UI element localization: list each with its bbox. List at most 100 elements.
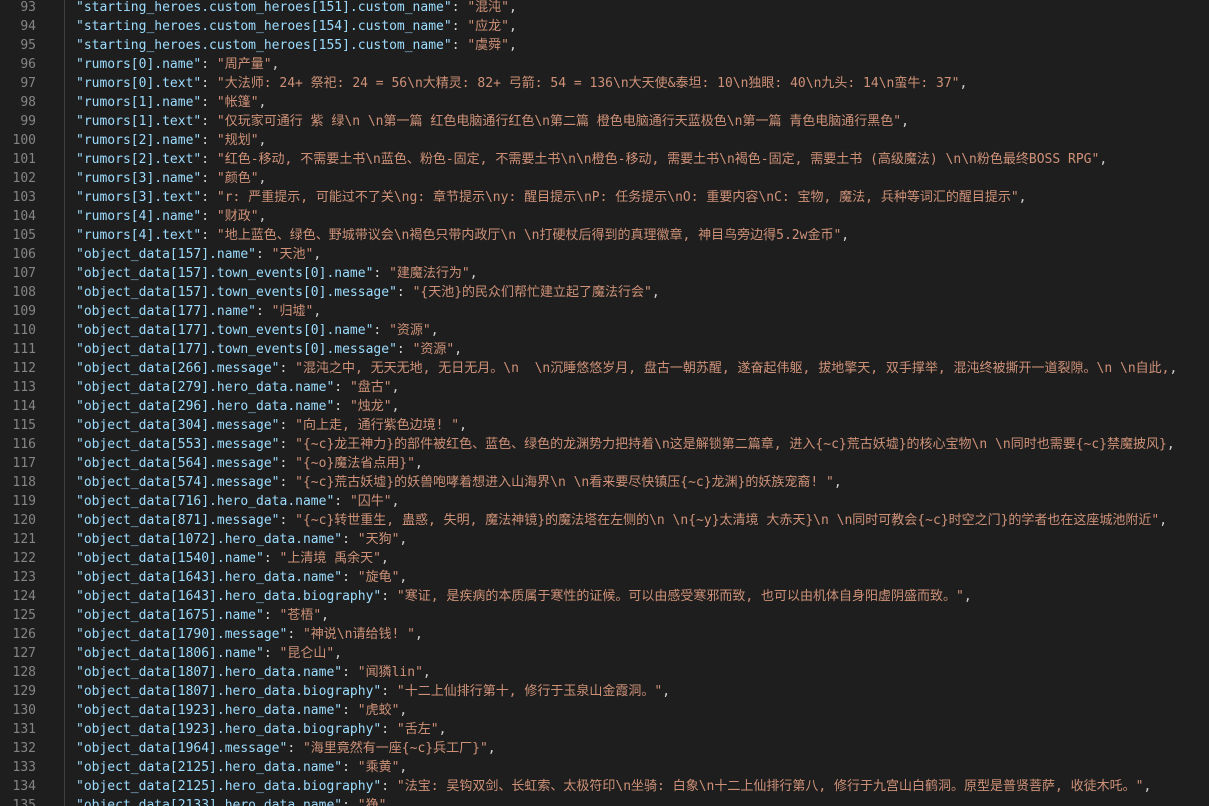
json-string-value: "舌左" xyxy=(396,722,439,737)
code-line[interactable]: 109 "object_data[177].name": "归墟", xyxy=(0,302,1209,321)
code-line[interactable]: 95 "starting_heroes.custom_heroes[155].cu… xyxy=(0,36,1209,55)
json-string-value: "乘黄" xyxy=(357,760,400,775)
json-key: "rumors[3].name" xyxy=(76,171,202,186)
code-line[interactable]: 121 "object_data[1072].hero_data.name": "… xyxy=(0,530,1209,549)
json-comma: , xyxy=(1169,361,1178,376)
code-line[interactable]: 130 "object_data[1923].hero_data.name": "… xyxy=(0,701,1209,720)
json-comma: , xyxy=(469,266,478,281)
code-line[interactable]: 108 "object_data[157].town_events[0].mess… xyxy=(0,283,1209,302)
code-line[interactable]: 126 "object_data[1790].message": "神说\n请给钱… xyxy=(0,625,1209,644)
code-line[interactable]: 133 "object_data[2125].hero_data.name": "… xyxy=(0,758,1209,777)
json-colon: : xyxy=(396,285,413,300)
code-line[interactable]: 132 "object_data[1964].message": "海里竟然有一座… xyxy=(0,739,1209,758)
code-line[interactable]: 105 "rumors[4].text": "地上蓝色、绿色、野城带议会\n褐色只… xyxy=(0,226,1209,245)
code-line[interactable]: 99 "rumors[1].text": "仅玩家可通行 紫 绿\n \n第一篇 … xyxy=(0,112,1209,131)
code-line[interactable]: 107 "object_data[157].town_events[0].name… xyxy=(0,264,1209,283)
json-string-value: "寒证, 是疾病的本质属于寒性的证候。可以由感受寒邪而致, 也可以由机体自身阳虚… xyxy=(396,589,964,604)
code-line[interactable]: 101 "rumors[2].text": "红色-移动, 不需要土书\n蓝色、粉… xyxy=(0,150,1209,169)
json-string-value: "苍梧" xyxy=(279,608,322,623)
indent-guide xyxy=(64,207,65,226)
code-line[interactable]: 134 "object_data[2125].hero_data.biograph… xyxy=(0,777,1209,796)
json-colon: : xyxy=(373,266,390,281)
code-line[interactable]: 131 "object_data[1923].hero_data.biograph… xyxy=(0,720,1209,739)
json-comma: , xyxy=(399,570,408,585)
code-line[interactable]: 122 "object_data[1540].name": "上清境 禹余天", xyxy=(0,549,1209,568)
code-line[interactable]: 127 "object_data[1806].name": "昆仑山", xyxy=(0,644,1209,663)
code-line[interactable]: 103 "rumors[3].text": "r: 严重提示, 可能过不了关\ng… xyxy=(0,188,1209,207)
code-line[interactable]: 135 "object_data[2133].hero_data.name": "… xyxy=(0,796,1209,806)
json-colon: : xyxy=(201,190,217,205)
code-line[interactable]: 119 "object_data[716].hero_data.name": "囚… xyxy=(0,492,1209,511)
code-line[interactable]: 104 "rumors[4].name": "财政", xyxy=(0,207,1209,226)
json-key: "object_data[1540].name" xyxy=(76,551,264,566)
json-comma: , xyxy=(662,684,671,699)
indent-guide xyxy=(64,454,65,473)
indent-guide xyxy=(64,568,65,587)
indent-guide xyxy=(64,549,65,568)
json-key: "object_data[1790].message" xyxy=(76,627,288,642)
json-string-value: "烛龙" xyxy=(349,399,392,414)
code-line[interactable]: 98 "rumors[1].name": "帐篷", xyxy=(0,93,1209,112)
code-line[interactable]: 125 "object_data[1675].name": "苍梧", xyxy=(0,606,1209,625)
json-comma: , xyxy=(901,114,909,129)
code-line[interactable]: 129 "object_data[1807].hero_data.biograph… xyxy=(0,682,1209,701)
code-line[interactable]: 118 "object_data[574].message": "{~c}荒古妖墟… xyxy=(0,473,1209,492)
json-comma: , xyxy=(258,209,267,224)
json-colon: : xyxy=(381,722,397,737)
json-string-value: "虎蛟" xyxy=(357,703,400,718)
code-line[interactable]: 114 "object_data[296].hero_data.name": "烛… xyxy=(0,397,1209,416)
code-line[interactable]: 115 "object_data[304].message": "向上走, 通行紫… xyxy=(0,416,1209,435)
code-line[interactable]: 93 "starting_heroes.custom_heroes[151].cu… xyxy=(0,0,1209,17)
code-line[interactable]: 123 "object_data[1643].hero_data.name": "… xyxy=(0,568,1209,587)
json-string-value: "天狗" xyxy=(357,532,400,547)
json-key: "rumors[3].text" xyxy=(76,190,202,205)
indent-guide xyxy=(64,55,65,74)
code-line[interactable]: 94 "starting_heroes.custom_heroes[154].cu… xyxy=(0,17,1209,36)
code-line[interactable]: 128 "object_data[1807].hero_data.name": "… xyxy=(0,663,1209,682)
json-key: "object_data[1923].hero_data.biography" xyxy=(76,722,382,737)
code-line[interactable]: 120 "object_data[871].message": "{~c}转世重生… xyxy=(0,511,1209,530)
json-colon: : xyxy=(381,779,397,794)
indent-guide xyxy=(64,511,65,530)
json-string-value: "盘古" xyxy=(349,380,392,395)
code-line[interactable]: 113 "object_data[279].hero_data.name": "盘… xyxy=(0,378,1209,397)
json-string-value: "混沌之中, 无天无地, 无日无月。\n \n沉睡悠悠岁月, 盘古一朝苏醒, 遂… xyxy=(295,361,1170,376)
json-string-value: "狰" xyxy=(357,798,387,806)
code-line[interactable]: 117 "object_data[564].message": "{~o}魔法省点… xyxy=(0,454,1209,473)
code-line[interactable]: 110 "object_data[177].town_events[0].name… xyxy=(0,321,1209,340)
json-colon: : xyxy=(287,741,303,756)
json-comma: , xyxy=(959,76,968,91)
code-line[interactable]: 124 "object_data[1643].hero_data.biograph… xyxy=(0,587,1209,606)
code-line[interactable]: 112 "object_data[266].message": "混沌之中, 无天… xyxy=(0,359,1209,378)
code-line[interactable]: 102 "rumors[3].name": "颜色", xyxy=(0,169,1209,188)
json-comma: , xyxy=(380,551,389,566)
json-key: "rumors[0].name" xyxy=(76,57,202,72)
code-line[interactable]: 100 "rumors[2].name": "规划", xyxy=(0,131,1209,150)
json-string-value: "天池" xyxy=(271,247,314,262)
json-comma: , xyxy=(438,722,447,737)
json-key: "object_data[871].message" xyxy=(76,513,280,528)
json-key: "object_data[1675].name" xyxy=(76,608,264,623)
code-line[interactable]: 111 "object_data[177].town_events[0].mess… xyxy=(0,340,1209,359)
code-line[interactable]: 106 "object_data[157].name": "天池", xyxy=(0,245,1209,264)
indent-guide xyxy=(64,758,65,777)
indent-guide xyxy=(64,17,65,36)
code-editor[interactable]: 93 "starting_heroes.custom_heroes[151].cu… xyxy=(0,0,1209,806)
json-colon: : xyxy=(451,0,468,15)
indent-guide xyxy=(64,0,65,17)
indent-guide xyxy=(64,74,65,93)
json-colon: : xyxy=(201,152,217,167)
code-line[interactable]: 116 "object_data[553].message": "{~c}龙王神力… xyxy=(0,435,1209,454)
json-key: "object_data[553].message" xyxy=(76,437,280,452)
json-comma: , xyxy=(399,532,408,547)
json-colon: : xyxy=(279,456,296,471)
indent-guide xyxy=(64,169,65,188)
json-key: "object_data[304].message" xyxy=(76,418,280,433)
code-line[interactable]: 96 "rumors[0].name": "周产量", xyxy=(0,55,1209,74)
json-string-value: "归墟" xyxy=(271,304,314,319)
json-comma: , xyxy=(1018,190,1027,205)
indent-guide xyxy=(64,777,65,796)
code-line[interactable]: 97 "rumors[0].text": "大法师: 24+ 祭祀: 24 = 5… xyxy=(0,74,1209,93)
json-key: "object_data[266].message" xyxy=(76,361,280,376)
json-colon: : xyxy=(334,494,350,509)
